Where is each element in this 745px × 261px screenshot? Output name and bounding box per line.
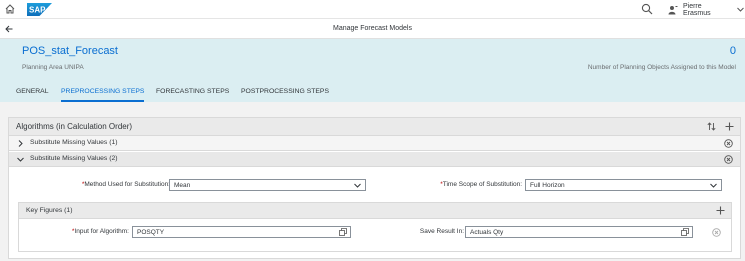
save-result-field[interactable]: Actuals Qty: [465, 226, 693, 238]
save-label: Save Result In:: [419, 228, 464, 235]
key-figures-title: Key Figures (1): [26, 207, 73, 214]
svg-text:SAP: SAP: [29, 6, 46, 15]
key-figures-panel: Key Figures (1) *Input for Algorithm: PO…: [18, 202, 732, 252]
planning-objects-count: 0: [729, 45, 736, 57]
algorithm-item-1[interactable]: Substitute Missing Values (1): [9, 136, 740, 151]
remove-key-figure-icon[interactable]: [712, 228, 721, 237]
algorithms-title: Algorithms (in Calculation Order): [16, 122, 133, 131]
input-field[interactable]: POSQTY: [132, 226, 351, 238]
scope-label-wrap: *Time Scope of Substitution:: [409, 181, 522, 188]
algorithm-item-label: Substitute Missing Values (1): [30, 139, 118, 146]
save-label-wrap: Save Result In:: [379, 228, 464, 235]
search-icon[interactable]: [641, 3, 653, 15]
value-help-icon[interactable]: [681, 228, 689, 236]
chevron-down-icon: [710, 183, 717, 188]
algorithm-item-2[interactable]: Substitute Missing Values (2): [9, 152, 740, 167]
tab-preprocessing-steps[interactable]: PREPROCESSING STEPS: [61, 88, 145, 102]
input-label-wrap: *Input for Algorithm:: [49, 228, 129, 235]
chevron-right-icon[interactable]: [17, 140, 24, 147]
method-label-wrap: *Method Used for Substitution:: [39, 181, 170, 188]
app-title: Manage Forecast Models: [333, 25, 412, 32]
add-algorithm-icon[interactable]: [725, 122, 734, 131]
planning-objects-count-label: Number of Planning Objects Assigned to t…: [587, 64, 736, 71]
chevron-down-icon[interactable]: [17, 156, 24, 163]
sap-logo[interactable]: SAP: [27, 3, 52, 16]
algorithms-panel: Algorithms (in Calculation Order) Substi…: [8, 117, 741, 259]
algorithms-panel-header: Algorithms (in Calculation Order): [9, 118, 740, 136]
scope-label: Time Scope of Substitution:: [442, 181, 522, 188]
save-value: Actuals Qty: [470, 229, 504, 236]
scope-value: Full Horizon: [530, 182, 565, 189]
add-key-figure-icon[interactable]: [716, 206, 725, 215]
home-icon[interactable]: [5, 4, 15, 14]
method-label: Method Used for Substitution:: [84, 181, 170, 188]
method-value: Mean: [174, 182, 191, 189]
remove-algorithm-icon[interactable]: [724, 155, 733, 164]
object-subtitle: Planning Area UNIPA: [22, 64, 84, 71]
method-select[interactable]: Mean: [169, 179, 366, 191]
shell-bar: SAP Pierre Erasmus: [0, 0, 745, 19]
remove-algorithm-icon[interactable]: [724, 139, 733, 148]
tab-postprocessing-steps[interactable]: POSTPROCESSING STEPS: [241, 88, 329, 102]
scope-select[interactable]: Full Horizon: [525, 179, 722, 191]
chevron-down-icon: [354, 183, 361, 188]
user-menu[interactable]: Pierre Erasmus: [668, 2, 744, 17]
tab-bar: GENERAL PREPROCESSING STEPS FORECASTING …: [0, 84, 745, 102]
content-area: Algorithms (in Calculation Order) Substi…: [0, 102, 745, 261]
chevron-down-icon: [737, 7, 744, 12]
tab-general[interactable]: GENERAL: [16, 88, 48, 102]
user-name: Pierre Erasmus: [682, 2, 711, 17]
tab-forecasting-steps[interactable]: FORECASTING STEPS: [156, 88, 229, 102]
algorithm-item-label: Substitute Missing Values (2): [30, 155, 118, 162]
key-figures-header: Key Figures (1): [19, 203, 731, 219]
input-value: POSQTY: [137, 229, 165, 236]
input-label: Input for Algorithm:: [74, 228, 129, 235]
app-title-bar: Manage Forecast Models: [0, 19, 745, 39]
object-title: POS_stat_Forecast: [22, 45, 118, 57]
user-icon: [668, 5, 678, 14]
sort-icon[interactable]: [707, 122, 716, 131]
value-help-icon[interactable]: [339, 228, 347, 236]
